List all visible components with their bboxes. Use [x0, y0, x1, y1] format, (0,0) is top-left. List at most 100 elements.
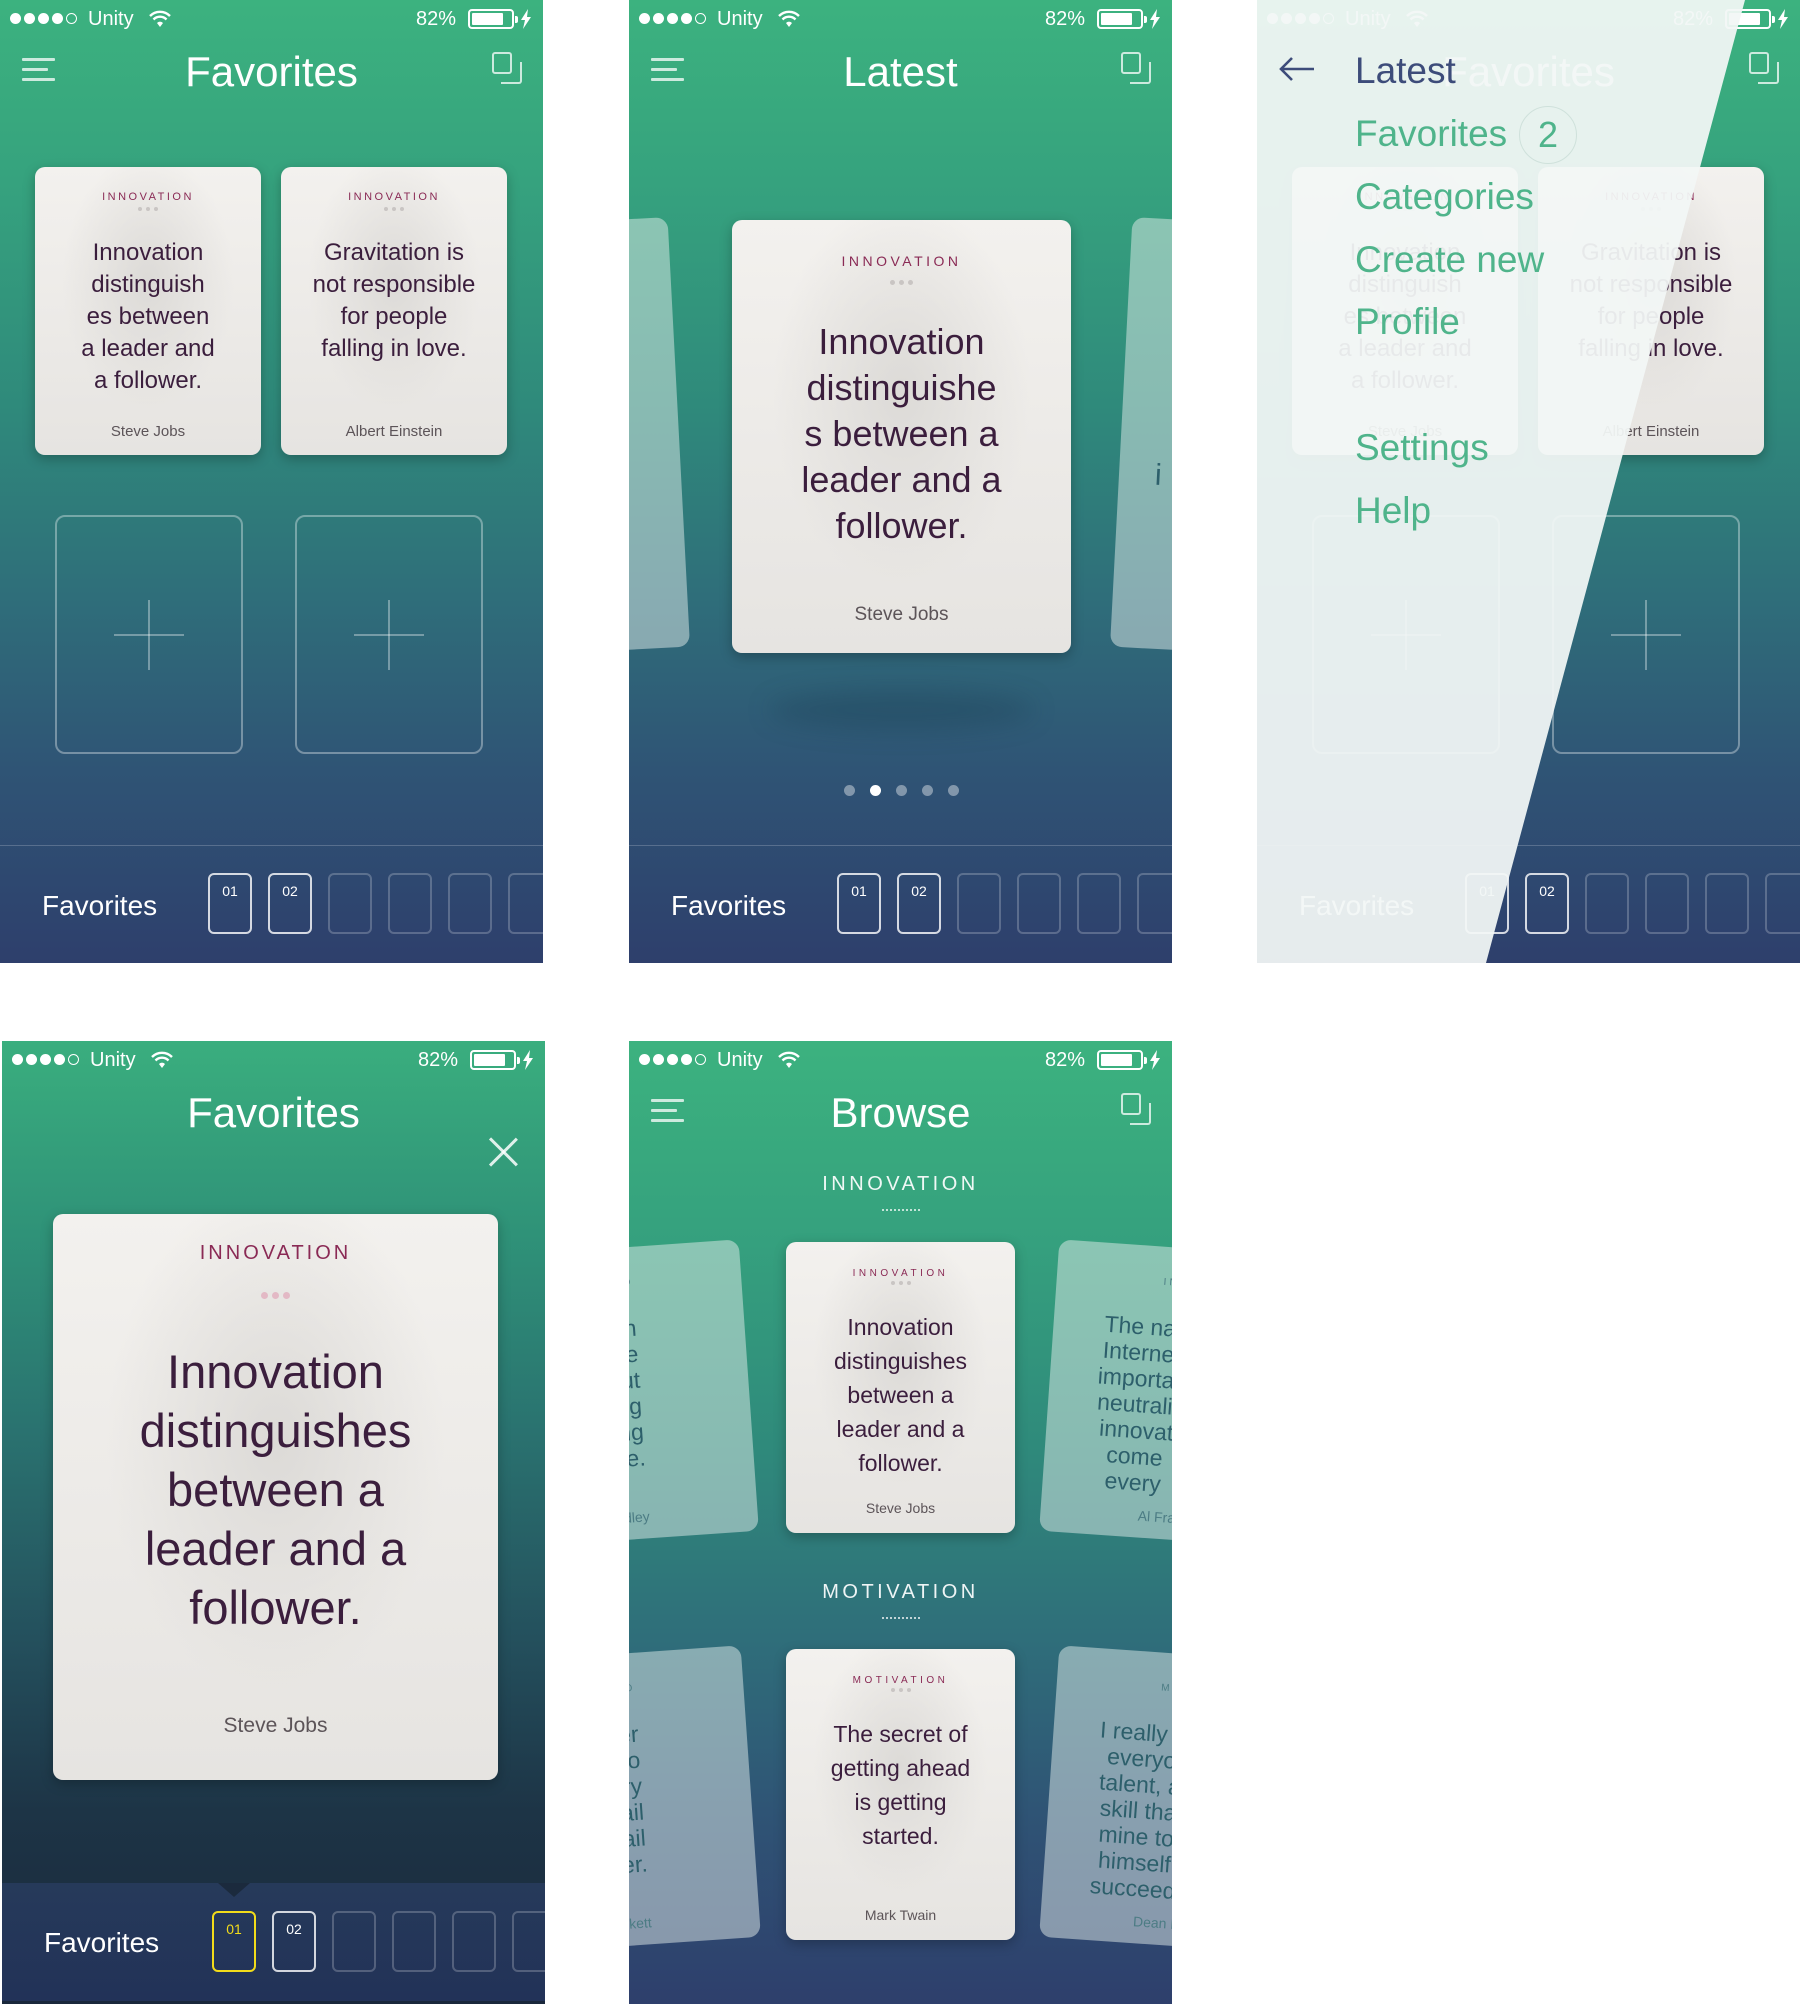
favorite-slot[interactable]	[1017, 873, 1061, 934]
next-quote-card[interactable]: i	[1109, 217, 1172, 665]
card-author: Al Fran	[1137, 1507, 1172, 1527]
signal-strength-icon	[639, 13, 706, 24]
previous-quote-card[interactable]: TIO ent canrageon, buty doingt doingore. R…	[629, 1239, 759, 1547]
card-dots-icon	[732, 280, 1071, 285]
menu-item-favorites[interactable]: Favorites	[1355, 113, 1507, 155]
favorite-slot[interactable]: 02	[897, 873, 941, 934]
favorites-count-badge: 2	[1519, 106, 1577, 164]
section-divider	[882, 1617, 920, 1619]
battery-icon	[1097, 1050, 1147, 1070]
favorite-slot[interactable]	[332, 1911, 376, 1972]
favorite-detail-screen: Unity 82% Favorites INNOVATION Innovation…	[2, 1041, 545, 2004]
quote-line: between a	[847, 1382, 954, 1408]
previous-quote-card[interactable]: TIO ed. Everd. Noer. Tryn. Failn. Failtte…	[629, 1645, 761, 1953]
menu-item-profile[interactable]: Profile	[1355, 301, 1460, 343]
battery-icon	[470, 1050, 520, 1070]
favorite-slot[interactable]	[508, 873, 543, 934]
favorite-slot[interactable]: 02	[272, 1911, 316, 1972]
wifi-icon	[778, 1051, 800, 1068]
menu-item-categories[interactable]: Categories	[1355, 176, 1534, 218]
quote-card[interactable]: MOTIVATION The secret of getting ahead is g…	[786, 1649, 1015, 1940]
card-quote: Innovation distinguishe s between a leader …	[732, 319, 1071, 549]
page-title: Favorites	[185, 48, 358, 95]
add-favorite-button[interactable]	[55, 515, 243, 754]
cards-view-icon[interactable]	[492, 52, 524, 84]
quote-line: tter.	[629, 1850, 649, 1879]
carrier-name: Unity	[88, 8, 134, 30]
quote-line: is getting	[854, 1789, 947, 1815]
cards-view-icon[interactable]	[1121, 1093, 1153, 1125]
favorites-bar-label: Favorites	[42, 890, 158, 921]
page-dot[interactable]	[896, 785, 907, 796]
card-dots-icon	[786, 1281, 1015, 1285]
card-quote: Innovation distinguishes between a leader a…	[53, 1342, 498, 1637]
menu-screen: Unity 82% Favorites INNOVATIONInnovation…	[1257, 0, 1800, 963]
quote-line: for people	[340, 303, 448, 330]
favorite-slot[interactable]	[1077, 873, 1121, 934]
card-quote: ent canrageon, buty doingt doingore.	[629, 1315, 646, 1476]
favorites-screen: Unity 82% Favorites INNOVATION Innovation…	[0, 0, 543, 963]
quote-line: follower.	[858, 1450, 943, 1476]
page-dot[interactable]	[870, 785, 881, 796]
card-author: Dean Ko	[1132, 1913, 1172, 1933]
page-dot[interactable]	[948, 785, 959, 796]
favorite-slot[interactable]	[452, 1911, 496, 1972]
page-dot[interactable]	[922, 785, 933, 796]
quote-line: leader and a	[801, 459, 1002, 500]
quote-line: started.	[862, 1823, 939, 1849]
next-quote-card[interactable]: MOT I really beveryotalent, askill thamin…	[1039, 1645, 1172, 1953]
page-title: Browse	[830, 1089, 971, 1136]
quote-line: Innovation	[92, 239, 204, 266]
menu-item-settings[interactable]: Settings	[1355, 427, 1489, 469]
card-quote: I really beveryotalent, askill thamine t…	[1052, 1714, 1172, 1907]
favorite-slot[interactable]: 01	[212, 1911, 256, 1972]
status-bar: Unity 82%	[629, 1041, 1172, 1079]
favorite-slot[interactable]: 01	[208, 873, 252, 934]
quote-line: Innovation	[818, 321, 985, 362]
quote-card[interactable]: INNOVATIONInnovationdistinguishes betwee…	[732, 220, 1071, 653]
cards-view-icon[interactable]	[1121, 52, 1153, 84]
quote-card[interactable]: INNOVATIONInnovationdistinguishes betwee…	[35, 167, 261, 455]
charging-bolt-icon	[521, 9, 531, 29]
card-category: TIO	[629, 1276, 634, 1290]
favorite-slot[interactable]	[388, 873, 432, 934]
card-author: Mark Twain	[864, 1907, 937, 1923]
selected-slot-pointer	[218, 1883, 250, 1897]
menu-item-create-new[interactable]: Create new	[1355, 239, 1544, 281]
page-indicator[interactable]	[844, 785, 959, 796]
card-quote: Innovation distinguish es between a leader …	[35, 237, 261, 397]
next-quote-card[interactable]: INN The nat Internet importar neutralit innov…	[1039, 1239, 1172, 1547]
favorite-slot[interactable]	[1137, 873, 1172, 934]
favorites-bar: Favorites 01 02	[629, 845, 1172, 963]
favorite-slot[interactable]	[392, 1911, 436, 1972]
quote-line: Innovation	[167, 1345, 384, 1398]
favorite-slot[interactable]	[957, 873, 1001, 934]
carrier-name: Unity	[717, 8, 763, 30]
menu-item-help[interactable]: Help	[1355, 490, 1431, 532]
menu-item-latest[interactable]: Latest	[1355, 50, 1456, 92]
battery-percentage: 82%	[1045, 1049, 1086, 1071]
previous-quote-card[interactable]	[629, 217, 691, 665]
quote-line: follower.	[189, 1581, 362, 1634]
favorite-slot[interactable]	[512, 1911, 545, 1972]
close-icon[interactable]	[488, 1137, 518, 1167]
signal-strength-icon	[12, 1054, 79, 1065]
quote-line: a follower.	[93, 367, 203, 394]
favorite-slot[interactable]: 02	[268, 873, 312, 934]
battery-percentage: 82%	[416, 8, 457, 30]
favorite-slot[interactable]: 01	[837, 873, 881, 934]
quote-line: falling in love.	[321, 335, 467, 362]
quote-card[interactable]: INNOVATION Gravitation is not responsible f…	[281, 167, 507, 455]
browse-screen: Unity 82% Browse INNOVATION TIO ent canra…	[629, 1041, 1172, 2004]
page-dot[interactable]	[844, 785, 855, 796]
wifi-icon	[778, 10, 800, 27]
card-author: Steve Jobs	[865, 1500, 936, 1516]
card-quote: The secret of getting ahead is getting star…	[786, 1717, 1015, 1853]
card-category: TIO	[629, 1682, 636, 1696]
quote-card[interactable]: INNOVATION Innovation distinguishes between…	[786, 1242, 1015, 1533]
favorite-slot[interactable]	[448, 873, 492, 934]
favorite-slot[interactable]	[328, 873, 372, 934]
add-favorite-button[interactable]	[295, 515, 483, 754]
back-arrow-icon[interactable]	[1279, 56, 1315, 82]
quote-card[interactable]: INNOVATION Innovation distinguishes between…	[53, 1214, 498, 1780]
